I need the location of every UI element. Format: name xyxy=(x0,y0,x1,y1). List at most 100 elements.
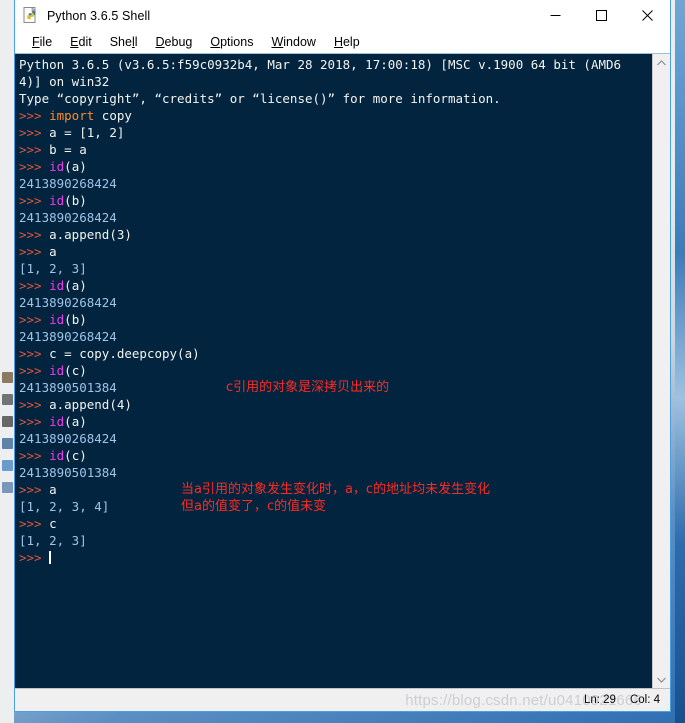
token-builtin: id xyxy=(49,414,65,429)
token-out: [1, 2, 3] xyxy=(19,261,87,276)
status-bar: https://blog.csdn.net/u0410921666 Ln: 29… xyxy=(15,688,670,711)
desktop-left-strip xyxy=(0,0,14,723)
close-button[interactable] xyxy=(624,1,670,31)
menu-item-window[interactable]: Window xyxy=(262,32,324,53)
token-plain: a.append(4) xyxy=(49,397,132,412)
token-plain: c = copy.deepcopy(a) xyxy=(49,346,200,361)
token-builtin: id xyxy=(49,312,65,327)
token-plain: (a) xyxy=(64,414,87,429)
desktop-icon-6[interactable] xyxy=(2,482,13,493)
token-builtin: id xyxy=(49,363,65,378)
console-line: >>> id(a) xyxy=(19,413,652,430)
scrollbar-track[interactable] xyxy=(653,71,670,671)
token-prompt: >>> xyxy=(19,414,50,429)
token-builtin: id xyxy=(49,448,65,463)
token-prompt: >>> xyxy=(19,516,50,531)
menu-item-file[interactable]: File xyxy=(23,32,61,53)
token-plain: (b) xyxy=(64,193,87,208)
desktop-icon-3[interactable] xyxy=(2,416,13,427)
console-line: >>> a = [1, 2] xyxy=(19,124,652,141)
token-prompt: >>> xyxy=(19,108,50,123)
token-plain: a xyxy=(49,244,57,259)
menu-item-edit[interactable]: Edit xyxy=(61,32,101,53)
token-plain: (c) xyxy=(64,448,87,463)
console-line: [1, 2, 3] xyxy=(19,260,652,277)
token-builtin: id xyxy=(49,193,65,208)
console-line: 2413890268424 xyxy=(19,294,652,311)
title-bar[interactable]: Python 3.6.5 Shell xyxy=(15,0,670,32)
token-plain: 4)] on win32 xyxy=(19,74,110,89)
token-prompt: >>> xyxy=(19,482,50,497)
token-prompt: >>> xyxy=(19,363,50,378)
console-line: >>> id(b) xyxy=(19,311,652,328)
token-out: [1, 2, 3] xyxy=(19,533,87,548)
scroll-up-icon[interactable] xyxy=(653,54,670,71)
python-idle-icon xyxy=(23,6,40,24)
token-out: 2413890268424 xyxy=(19,329,117,344)
token-plain: a = [1, 2] xyxy=(49,125,125,140)
console-line: 2413890501384 xyxy=(19,464,652,481)
window-title: Python 3.6.5 Shell xyxy=(47,8,151,23)
desktop-wallpaper-right xyxy=(675,0,685,723)
desktop-icon-5[interactable] xyxy=(2,460,13,471)
token-prompt: >>> xyxy=(19,278,50,293)
shell-console[interactable]: Python 3.6.5 (v3.6.5:f59c0932b4, Mar 28 … xyxy=(15,54,652,688)
token-plain: (b) xyxy=(64,312,87,327)
console-line: >>> a.append(4) xyxy=(19,396,652,413)
python-shell-window: Python 3.6.5 Shell File Edit Shell Debug Opt… xyxy=(14,0,671,712)
vertical-scrollbar[interactable] xyxy=(652,54,670,688)
token-prompt: >>> xyxy=(19,346,50,361)
token-out: 2413890501384 xyxy=(19,465,117,480)
desktop-icon-4[interactable] xyxy=(2,438,13,449)
menu-item-shell[interactable]: Shell xyxy=(101,32,147,53)
console-line: 2413890268424 xyxy=(19,430,652,447)
minimize-button[interactable] xyxy=(532,1,578,31)
shell-area: Python 3.6.5 (v3.6.5:f59c0932b4, Mar 28 … xyxy=(15,53,670,688)
token-out: 2413890268424 xyxy=(19,295,117,310)
token-plain: (a) xyxy=(64,278,87,293)
desktop-icon-2[interactable] xyxy=(2,394,13,405)
console-line: >>> id(c) xyxy=(19,447,652,464)
console-line: >>> c = copy.deepcopy(a) xyxy=(19,345,652,362)
menu-item-options[interactable]: Options xyxy=(201,32,262,53)
token-prompt: >>> xyxy=(19,448,50,463)
annotation-address: 当a引用的对象发生变化时，a，c的地址均未发生变化 但a的值变了，c的值未变 xyxy=(181,482,491,514)
token-plain: (c) xyxy=(64,363,87,378)
console-line: >>> id(b) xyxy=(19,192,652,209)
console-line: >>> b = a xyxy=(19,141,652,158)
console-line: >>> a xyxy=(19,243,652,260)
token-prompt: >>> xyxy=(19,227,50,242)
status-line-number: Ln: 29 xyxy=(583,694,616,706)
token-plain: a xyxy=(49,482,57,497)
token-plain: Python 3.6.5 (v3.6.5:f59c0932b4, Mar 28 … xyxy=(19,57,622,72)
token-prompt: >>> xyxy=(19,125,50,140)
scroll-down-icon[interactable] xyxy=(653,671,670,688)
token-out: [1, 2, 3, 4] xyxy=(19,499,110,514)
token-prompt: >>> xyxy=(19,397,50,412)
maximize-button[interactable] xyxy=(578,1,624,31)
token-plain: b = a xyxy=(49,142,87,157)
menu-bar: File Edit Shell Debug Options Window Help xyxy=(15,32,670,53)
csdn-watermark: https://blog.csdn.net/u0410921666 xyxy=(405,691,642,709)
token-prompt: >>> xyxy=(19,312,50,327)
menu-item-help[interactable]: Help xyxy=(325,32,369,53)
console-line: 2413890268424 xyxy=(19,209,652,226)
token-out: 2413890268424 xyxy=(19,176,117,191)
console-line: >>> xyxy=(19,549,652,566)
token-builtin: id xyxy=(49,278,65,293)
console-line: [1, 2, 3] xyxy=(19,532,652,549)
text-caret xyxy=(49,551,52,564)
console-line: 4)] on win32 xyxy=(19,73,652,90)
token-plain: (a) xyxy=(64,159,87,174)
annotation-deepcopy: c引用的对象是深拷贝出来的 xyxy=(226,380,390,395)
menu-item-debug[interactable]: Debug xyxy=(147,32,202,53)
desktop-icon-1[interactable] xyxy=(2,372,13,383)
console-line: >>> import copy xyxy=(19,107,652,124)
token-builtin: id xyxy=(49,159,65,174)
console-line: >>> id(c) xyxy=(19,362,652,379)
console-line: Type “copyright”, “credits” or “license(… xyxy=(19,90,652,107)
console-line: Python 3.6.5 (v3.6.5:f59c0932b4, Mar 28 … xyxy=(19,56,652,73)
token-prompt: >>> xyxy=(19,142,50,157)
console-line: >>> id(a) xyxy=(19,277,652,294)
token-prompt: >>> xyxy=(19,159,50,174)
